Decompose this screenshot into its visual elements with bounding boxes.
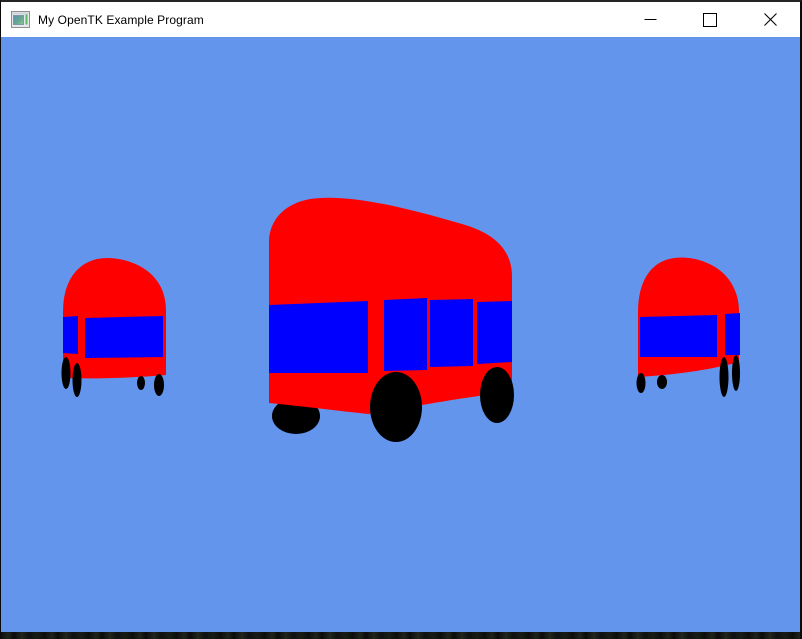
left-bus xyxy=(62,258,167,397)
left-bus-wheel xyxy=(154,374,164,396)
left-bus-wheel xyxy=(62,357,71,389)
center-bus-window xyxy=(384,298,427,371)
center-bus-front-wheel xyxy=(480,367,514,423)
rendered-scene xyxy=(1,37,800,632)
right-bus-side-window xyxy=(725,313,740,355)
desktop-background-strip xyxy=(1,632,800,639)
minimize-button[interactable] xyxy=(620,2,680,37)
left-bus-wheel xyxy=(137,376,145,390)
left-bus-windshield xyxy=(85,316,163,358)
close-icon xyxy=(764,13,777,26)
gl-viewport[interactable] xyxy=(1,37,800,632)
minimize-icon xyxy=(644,13,657,26)
center-bus-window xyxy=(477,301,512,364)
close-button[interactable] xyxy=(740,2,800,37)
app-window: My OpenTK Example Program xyxy=(0,0,802,639)
right-bus-wheel xyxy=(732,355,740,391)
maximize-icon xyxy=(703,13,717,27)
right-bus-wheel xyxy=(637,373,646,393)
right-bus-wheel xyxy=(720,357,729,397)
left-bus-wheel xyxy=(73,363,82,397)
app-icon[interactable] xyxy=(11,11,30,28)
left-bus-side-window xyxy=(63,316,78,354)
title-bar[interactable]: My OpenTK Example Program xyxy=(1,2,800,37)
center-bus-middle-wheel xyxy=(370,372,422,442)
right-bus-windshield xyxy=(640,315,717,357)
center-bus-window xyxy=(269,301,368,373)
center-bus-window xyxy=(430,299,473,367)
window-title: My OpenTK Example Program xyxy=(38,13,204,27)
right-bus-wheel xyxy=(657,375,667,389)
maximize-button[interactable] xyxy=(680,2,740,37)
